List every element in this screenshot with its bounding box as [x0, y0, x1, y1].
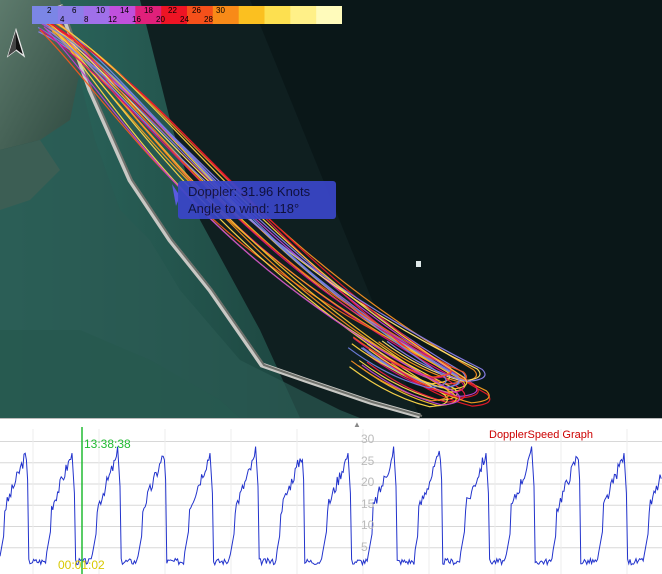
legend-label: 20 — [156, 15, 165, 24]
tooltip-speed: Doppler: 31.96 Knots — [188, 184, 311, 199]
y-tick-label: 10 — [361, 518, 375, 532]
legend-label: 2 — [47, 6, 52, 15]
y-tick-label: 20 — [361, 475, 375, 489]
legend-label: 4 — [60, 15, 65, 24]
legend-color-swatch — [32, 6, 59, 24]
track-point-tooltip: Doppler: 31.96 Knots Angle to wind: 118° — [178, 181, 336, 219]
legend-label: 26 — [192, 6, 201, 15]
y-tick-label: 30 — [361, 432, 375, 446]
legend-label: 8 — [84, 15, 89, 24]
graph-title: DopplerSpeed Graph — [489, 429, 593, 441]
elapsed-time-label: 00:01:02 — [58, 558, 105, 572]
splitter-handle-icon[interactable]: ▲ — [353, 420, 361, 429]
legend-label: 24 — [180, 15, 189, 24]
legend-label: 16 — [132, 15, 141, 24]
legend-color-swatch — [238, 6, 265, 24]
legend-color-swatch — [290, 6, 317, 24]
legend-label: 22 — [168, 6, 177, 15]
cursor-time-label: 13:38:38 — [84, 437, 131, 451]
legend-label: 30 — [216, 6, 225, 15]
legend-color-swatch — [264, 6, 291, 24]
legend-label: 10 — [96, 6, 105, 15]
y-tick-label: 25 — [361, 454, 375, 468]
legend-label: 12 — [108, 15, 117, 24]
map-view[interactable]: 2 6 10 14 18 22 26 30 4 8 12 16 20 24 28… — [0, 0, 662, 418]
legend-label: 18 — [144, 6, 153, 15]
legend-label: 6 — [72, 6, 77, 15]
doppler-speed-graph[interactable]: ▲ DopplerSpeed Graph 13:38:38 00:01:02 3… — [0, 418, 662, 574]
speed-color-legend: 2 6 10 14 18 22 26 30 4 8 12 16 20 24 28 — [32, 6, 343, 24]
y-tick-label: 15 — [361, 497, 375, 511]
tooltip-angle: Angle to wind: 118° — [188, 201, 300, 216]
legend-label: 14 — [120, 6, 129, 15]
north-arrow-icon — [6, 28, 26, 58]
y-tick-label: 5 — [361, 540, 368, 554]
legend-label: 28 — [204, 15, 213, 24]
legend-color-swatch — [316, 6, 343, 24]
